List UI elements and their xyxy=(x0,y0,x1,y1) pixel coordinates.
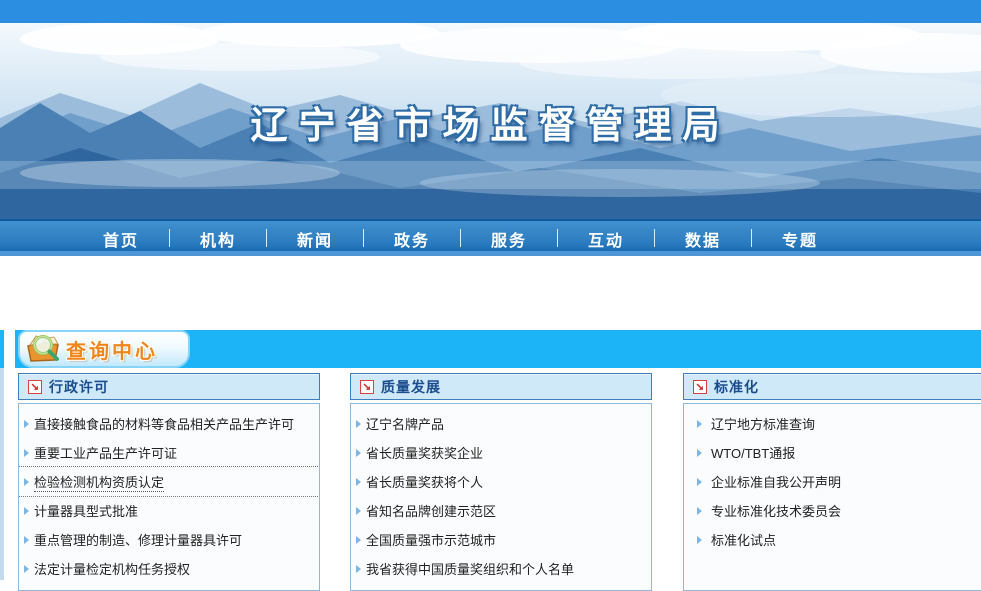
nav-item-services[interactable]: 服务 xyxy=(461,227,557,251)
left-edge-strip xyxy=(0,330,4,580)
panel-title: 标准化 xyxy=(714,377,759,397)
link-item[interactable]: 计量器具型式批准 xyxy=(19,496,319,525)
nav-separator xyxy=(169,229,170,247)
nav-separator xyxy=(751,229,752,247)
link-item[interactable]: 重点管理的制造、修理计量器具许可 xyxy=(19,525,319,554)
arrow-bullet-icon xyxy=(24,420,29,428)
link-item[interactable]: 企业标准自我公开声明 xyxy=(684,467,981,496)
banner: 辽宁省市场监督管理局 xyxy=(0,23,981,219)
panel-body: 辽宁名牌产品 省长质量奖获奖企业 省长质量奖获将个人 省知名品牌创建示范区 全国… xyxy=(350,403,652,591)
link-item[interactable]: 重要工业产品生产许可证 xyxy=(19,438,319,467)
link-item[interactable]: 全国质量强市示范城市 xyxy=(351,525,651,554)
red-corner-arrow-icon xyxy=(360,380,374,394)
panel-standardization: 标准化 辽宁地方标准查询 WTO/TBT通报 企业标准自我公开声明 专业标准化技… xyxy=(683,373,981,591)
arrow-bullet-icon xyxy=(24,449,29,457)
nav-item-news[interactable]: 新闻 xyxy=(267,227,363,251)
link-item[interactable]: 辽宁地方标准查询 xyxy=(684,409,981,438)
link-item[interactable]: 我省获得中国质量奖组织和个人名单 xyxy=(351,554,651,583)
link-item[interactable]: 省长质量奖获将个人 xyxy=(351,467,651,496)
panel-title: 行政许可 xyxy=(49,377,109,397)
panel-administrative-licensing: 行政许可 直接接触食品的材料等食品相关产品生产许可 重要工业产品生产许可证 检验… xyxy=(18,373,320,591)
nav-item-interaction[interactable]: 互动 xyxy=(558,227,654,251)
nav-separator xyxy=(460,229,461,247)
arrow-bullet-icon xyxy=(356,507,361,515)
arrow-bullet-icon xyxy=(356,449,361,457)
link-item[interactable]: 直接接触食品的材料等食品相关产品生产许可 xyxy=(19,409,319,438)
query-center-label: 查询中心 xyxy=(66,335,158,364)
main-nav: 首页 机构 新闻 政务 服务 互动 数据 专题 xyxy=(0,219,981,256)
arrow-bullet-icon xyxy=(356,565,361,573)
panel-header: 质量发展 xyxy=(350,373,652,400)
arrow-bullet-icon xyxy=(356,420,361,428)
nav-item-topics[interactable]: 专题 xyxy=(752,227,848,251)
panel-body: 直接接触食品的材料等食品相关产品生产许可 重要工业产品生产许可证 检验检测机构资… xyxy=(18,403,320,591)
link-item[interactable]: 辽宁名牌产品 xyxy=(351,409,651,438)
panel-body: 辽宁地方标准查询 WTO/TBT通报 企业标准自我公开声明 专业标准化技术委员会… xyxy=(683,403,981,591)
panel-quality-development: 质量发展 辽宁名牌产品 省长质量奖获奖企业 省长质量奖获将个人 省知名品牌创建示… xyxy=(350,373,652,591)
nav-item-government-affairs[interactable]: 政务 xyxy=(364,227,460,251)
magnifier-books-icon xyxy=(22,330,66,366)
red-corner-arrow-icon xyxy=(693,380,707,394)
arrow-bullet-icon xyxy=(697,507,702,515)
arrow-bullet-icon xyxy=(697,449,702,457)
arrow-bullet-icon xyxy=(356,536,361,544)
arrow-bullet-icon xyxy=(697,478,702,486)
link-item[interactable]: 专业标准化技术委员会 xyxy=(684,496,981,525)
nav-separator xyxy=(557,229,558,247)
panel-title: 质量发展 xyxy=(381,377,441,397)
red-corner-arrow-icon xyxy=(28,380,42,394)
link-item[interactable]: 法定计量检定机构任务授权 xyxy=(19,554,319,583)
link-item[interactable]: WTO/TBT通报 xyxy=(684,438,981,467)
site-title: 辽宁省市场监督管理局 xyxy=(0,95,981,149)
arrow-bullet-icon xyxy=(24,565,29,573)
nav-separator xyxy=(654,229,655,247)
link-item[interactable]: 省长质量奖获奖企业 xyxy=(351,438,651,467)
panel-header: 标准化 xyxy=(683,373,981,400)
arrow-bullet-icon xyxy=(697,420,702,428)
panel-header: 行政许可 xyxy=(18,373,320,400)
nav-item-home[interactable]: 首页 xyxy=(73,227,169,251)
nav-item-data[interactable]: 数据 xyxy=(655,227,751,251)
arrow-bullet-icon xyxy=(697,536,702,544)
link-item[interactable]: 省知名品牌创建示范区 xyxy=(351,496,651,525)
arrow-bullet-icon xyxy=(24,478,29,486)
nav-item-organization[interactable]: 机构 xyxy=(170,227,266,251)
nav-separator xyxy=(266,229,267,247)
top-bar xyxy=(0,0,981,23)
nav-separator xyxy=(363,229,364,247)
query-center-tab[interactable]: 查询中心 xyxy=(18,330,190,368)
link-item[interactable]: 标准化试点 xyxy=(684,525,981,554)
arrow-bullet-icon xyxy=(24,507,29,515)
arrow-bullet-icon xyxy=(356,478,361,486)
link-item-focused[interactable]: 检验检测机构资质认定 xyxy=(19,467,319,496)
arrow-bullet-icon xyxy=(24,536,29,544)
